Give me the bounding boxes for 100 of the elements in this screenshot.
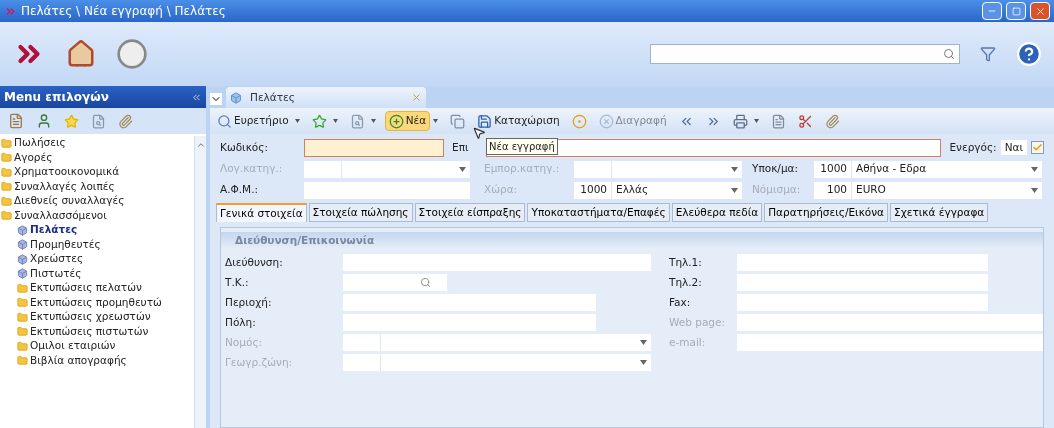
tree-item[interactable]: Εκτυπώσεις πελατών — [30, 280, 142, 297]
mouse-cursor-icon — [472, 126, 486, 140]
field-label: Λογ.κατηγ.: — [220, 162, 283, 175]
search-icon[interactable] — [943, 48, 955, 60]
filter-icon[interactable] — [980, 46, 996, 62]
search-icon — [217, 113, 232, 129]
tree-item[interactable]: Πελάτες — [30, 222, 78, 239]
field-label: Γεωγρ.ζώνη: — [225, 355, 293, 368]
postal-code-field[interactable] — [343, 274, 447, 291]
input-field[interactable] — [737, 274, 988, 291]
tree-item[interactable]: Αγορές — [14, 149, 53, 166]
tree-item[interactable]: Ομιλοι εταιριών — [30, 338, 116, 355]
field-label: Περιοχή: — [225, 295, 272, 308]
document-tab[interactable]: Πελάτες — [226, 87, 426, 108]
help-icon[interactable] — [1016, 41, 1042, 67]
tree-item[interactable]: Χρηματοοικονομικά — [14, 164, 120, 181]
paperclip-icon[interactable] — [118, 113, 133, 129]
home-icon[interactable] — [66, 39, 96, 69]
tab[interactable]: Ελεύθερα πεδία — [671, 203, 763, 222]
tab[interactable]: Στοιχεία είσπραξης — [414, 203, 526, 222]
tree-item[interactable]: Συναλλασσόμενοι — [14, 207, 107, 224]
dropdown-arrow-icon[interactable] — [640, 360, 647, 365]
dropdown-arrow-icon[interactable] — [640, 340, 647, 345]
field-label: Α.Φ.Μ.: — [220, 183, 259, 196]
combo-value: Αθήνα - Εδρα — [856, 162, 927, 175]
input-field[interactable] — [343, 314, 596, 331]
tree-item[interactable]: Βιβλία απογραφής — [30, 352, 127, 369]
folder-icon — [17, 297, 28, 309]
input-field[interactable] — [737, 294, 988, 311]
code-value: 100 — [826, 182, 847, 198]
tree-item[interactable]: Διεθνείς συναλλαγές — [14, 193, 125, 210]
tab[interactable]: Στοιχεία πώλησης — [308, 203, 413, 222]
tree-item[interactable]: Χρεώστες — [30, 251, 84, 268]
combo-value: Ελλάς — [616, 183, 649, 196]
code-field[interactable] — [304, 138, 444, 157]
caret-icon[interactable] — [370, 119, 376, 123]
cube-icon — [17, 268, 28, 280]
input-field[interactable] — [737, 314, 1043, 331]
circle-icon — [571, 113, 587, 129]
maximize-button[interactable] — [1006, 2, 1026, 20]
tree-item[interactable]: Συναλλαγές λοιπές — [14, 178, 115, 195]
field-label: Διεύθυνση: — [225, 255, 283, 268]
input-field[interactable] — [304, 181, 470, 199]
input-field[interactable] — [737, 254, 988, 271]
search-icon[interactable] — [420, 277, 431, 288]
tab[interactable]: Γενικά στοιχεία — [216, 203, 307, 222]
caret-icon[interactable] — [294, 119, 300, 123]
toolbar-button[interactable]: Καταχώριση — [474, 111, 563, 131]
caret-icon[interactable] — [753, 119, 759, 123]
user-icon[interactable] — [36, 113, 52, 129]
input-field[interactable] — [343, 294, 596, 311]
group-title: Διεύθυνση/Επικοινωνία — [235, 233, 375, 249]
dropdown-arrow-icon[interactable] — [1031, 187, 1038, 193]
search-icon[interactable] — [91, 113, 106, 129]
toolbar-button[interactable]: Ευρετήριο — [214, 111, 292, 131]
save-icon — [477, 113, 493, 129]
printer-icon — [732, 113, 748, 129]
field-label: Εμπορ.κατηγ.: — [484, 162, 560, 175]
folder-icon — [1, 181, 12, 193]
field-label: Τ.Κ.: — [225, 275, 249, 288]
cube-icon — [17, 253, 28, 265]
close-icon[interactable] — [411, 92, 422, 103]
star-icon[interactable] — [64, 113, 79, 129]
tree-item[interactable]: Εκτυπώσεις πιστωτών — [30, 323, 149, 340]
scrollbar[interactable] — [194, 136, 206, 428]
dropdown-arrow-icon[interactable] — [731, 166, 738, 172]
close-button[interactable] — [1030, 2, 1050, 20]
tree-item[interactable]: Εκτυπώσεις προμηθευτώ — [30, 294, 162, 311]
tree-item[interactable]: Εκτυπώσεις χρεωστών — [30, 309, 151, 326]
clipboard-icon[interactable] — [8, 113, 24, 129]
tab[interactable]: Παρατηρήσεις/Εικόνα — [764, 203, 889, 222]
search-field[interactable] — [650, 44, 960, 64]
tree-item[interactable]: Πιστωτές — [30, 265, 82, 282]
combo-box[interactable]: 1000 Αθήνα - Εδρα — [814, 160, 1042, 178]
cube-icon — [17, 239, 28, 251]
tab[interactable]: Σχετικά έγγραφα — [890, 203, 989, 222]
field-label: Τηλ.2: — [669, 275, 702, 288]
active-checkbox[interactable] — [1031, 141, 1044, 154]
tree-item[interactable]: Πωλήσεις — [14, 135, 66, 152]
tab[interactable]: Υποκαταστήματα/Επαφές — [527, 203, 670, 222]
tab-menu-icon[interactable] — [210, 93, 222, 105]
dropdown-arrow-icon[interactable] — [731, 187, 738, 193]
field-label: e-mail: — [669, 335, 706, 348]
input-field[interactable] — [737, 334, 1043, 351]
dropdown-arrow-icon[interactable] — [1031, 166, 1038, 172]
field-label: Νομός: — [225, 335, 263, 348]
input-field[interactable] — [343, 254, 651, 271]
toolbar-button[interactable]: Νέα — [384, 111, 431, 131]
minimize-button[interactable] — [982, 2, 1002, 20]
field-label: Επι — [452, 139, 470, 155]
scroll-up-icon[interactable] — [195, 140, 206, 150]
caret-icon[interactable] — [332, 119, 338, 123]
dropdown-arrow-icon[interactable] — [459, 166, 466, 172]
caret-icon[interactable] — [433, 119, 439, 123]
folder-icon — [17, 311, 28, 323]
combo-value: EURO — [856, 183, 886, 196]
tree-item[interactable]: Προμηθευτές — [30, 236, 101, 253]
folder-icon — [17, 326, 28, 338]
folder-icon — [17, 355, 28, 367]
maximize-icon — [1011, 6, 1021, 16]
